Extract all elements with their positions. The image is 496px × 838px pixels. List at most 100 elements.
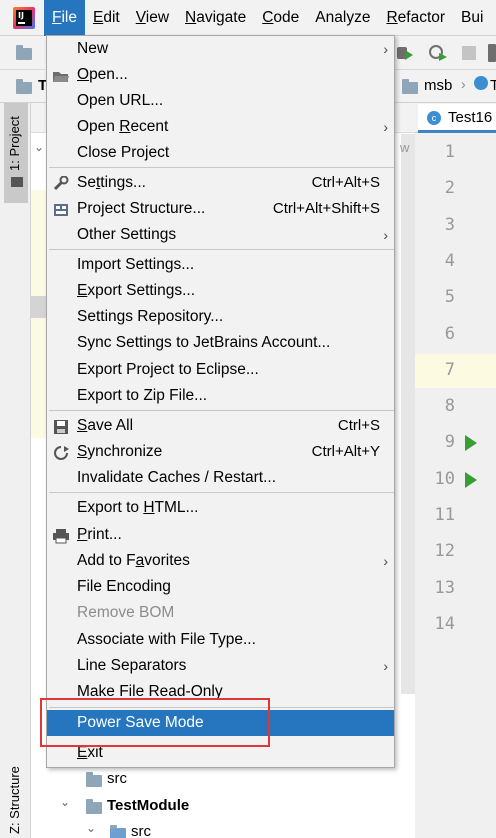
- line-number: 14: [434, 613, 455, 634]
- menu-item-synchronize[interactable]: Synchronize Ctrl+Alt+Y: [47, 439, 394, 465]
- line-number: 4: [444, 250, 455, 271]
- menu-separator: [49, 249, 394, 250]
- coverage-icon[interactable]: [428, 44, 448, 62]
- tree-expand-icon[interactable]: ⌄: [34, 140, 44, 154]
- menu-item-label: File Encoding: [77, 578, 171, 595]
- tree-collapse-icon-2[interactable]: ⌄: [86, 821, 96, 835]
- menu-item-label: New: [77, 40, 109, 57]
- msb-folder-icon: [402, 79, 418, 94]
- breadcrumb-class[interactable]: T: [490, 77, 496, 94]
- menu-item-project-structure[interactable]: Project Structure... Ctrl+Alt+Shift+S: [47, 196, 394, 222]
- editor-tab-test16[interactable]: c Test16: [418, 104, 496, 133]
- run-gutter-icon[interactable]: [465, 435, 477, 452]
- open-folder-icon[interactable]: [16, 45, 32, 60]
- menu-item-label: Associate with File Type...: [77, 631, 256, 648]
- menu-item-file-encoding[interactable]: File Encoding: [47, 574, 394, 600]
- line-number: 7: [444, 359, 455, 380]
- menu-item-line-separators[interactable]: Line Separators ›: [47, 653, 394, 679]
- breadcrumb-msb[interactable]: msb: [424, 77, 452, 94]
- menu-item-shortcut: Ctrl+Alt+Shift+S: [272, 200, 380, 217]
- menu-item-label: Open URL...: [77, 92, 164, 109]
- menu-item-label: Line Separators: [77, 657, 187, 674]
- menu-item-export-eclipse[interactable]: Export Project to Eclipse...: [47, 357, 394, 383]
- line-number: 2: [444, 178, 455, 199]
- menu-edit[interactable]: Edit: [85, 0, 128, 36]
- menu-item-label: Sync Settings to JetBrains Account...: [77, 334, 331, 351]
- menu-item-invalidate-caches[interactable]: Invalidate Caches / Restart...: [47, 465, 394, 491]
- line-number: 1: [444, 142, 455, 162]
- tree-collapse-icon[interactable]: ⌄: [60, 795, 70, 809]
- menu-item-label: Close Project: [77, 144, 170, 161]
- menu-item-close-project[interactable]: Close Project: [47, 140, 394, 166]
- annotation-highlight-box: [40, 698, 270, 747]
- module-folder-icon: [86, 799, 102, 814]
- menu-item-label: Settings...: [77, 174, 146, 191]
- menu-bar: IJ File Edit View Navigate Code Analyze …: [0, 0, 496, 36]
- tree-item-src-2[interactable]: src: [131, 820, 151, 838]
- menu-item-new[interactable]: New ›: [47, 36, 394, 62]
- menu-item-shortcut: Ctrl+Alt+S: [311, 174, 380, 191]
- line-number: 12: [434, 541, 455, 562]
- menu-item-sync-settings[interactable]: Sync Settings to JetBrains Account...: [47, 330, 394, 356]
- panel-splitter[interactable]: [401, 134, 415, 694]
- menu-item-label: Invalidate Caches / Restart...: [77, 469, 277, 486]
- line-number: 9: [444, 432, 455, 453]
- debug-icon[interactable]: [396, 44, 414, 62]
- wrench-icon: [52, 175, 70, 191]
- save-icon: [52, 418, 70, 434]
- run-gutter-icon[interactable]: [465, 471, 477, 488]
- menu-item-label: Other Settings: [77, 226, 177, 243]
- menu-navigate[interactable]: Navigate: [177, 0, 254, 36]
- structure-tool-tab[interactable]: Z: Structure: [4, 744, 28, 838]
- menu-item-open-url[interactable]: Open URL...: [47, 88, 394, 114]
- menu-item-add-favorites[interactable]: Add to Favorites ›: [47, 548, 394, 574]
- menu-item-export-settings[interactable]: Export Settings...: [47, 278, 394, 304]
- src-folder-icon: [86, 772, 102, 787]
- project-tool-tab[interactable]: 1: Project: [4, 103, 28, 203]
- menu-item-export-zip[interactable]: Export to Zip File...: [47, 383, 394, 409]
- menu-item-associate-file-type[interactable]: Associate with File Type...: [47, 627, 394, 653]
- menu-separator: [49, 492, 394, 493]
- menu-separator: [49, 167, 394, 168]
- menu-item-label: Settings Repository...: [77, 308, 224, 325]
- line-number: 6: [444, 323, 455, 344]
- menu-item-label: Open Recent: [77, 118, 169, 135]
- sync-icon: [52, 444, 70, 460]
- toolbar-overflow-icon[interactable]: [488, 44, 496, 62]
- menu-item-label: Synchronize: [77, 443, 163, 460]
- menu-build[interactable]: Bui: [453, 0, 491, 36]
- menu-item-other-settings[interactable]: Other Settings ›: [47, 222, 394, 248]
- file-menu-dropdown: New › Open... Open URL... Open Recent › Close …: [46, 35, 395, 768]
- folder-open-icon: [52, 67, 70, 83]
- menu-item-label: Print...: [77, 526, 122, 543]
- menu-item-label: Export to Zip File...: [77, 387, 208, 404]
- menu-code[interactable]: Code: [254, 0, 307, 36]
- submenu-arrow-icon: ›: [383, 41, 388, 57]
- tree-selection-band: [31, 296, 47, 318]
- menu-item-import-settings[interactable]: Import Settings...: [47, 252, 394, 278]
- menu-item-label: Open...: [77, 66, 128, 83]
- menu-item-export-html[interactable]: Export to HTML...: [47, 495, 394, 521]
- tree-item-src[interactable]: src: [107, 767, 127, 791]
- menu-analyze[interactable]: Analyze: [307, 0, 378, 36]
- submenu-arrow-icon: ›: [383, 658, 388, 674]
- menu-item-settings[interactable]: Settings... Ctrl+Alt+S: [47, 170, 394, 196]
- line-number: 5: [444, 287, 455, 308]
- submenu-arrow-icon: ›: [383, 553, 388, 569]
- menu-file[interactable]: File: [44, 0, 85, 36]
- menu-refactor[interactable]: Refactor: [378, 0, 453, 36]
- menu-view[interactable]: View: [128, 0, 177, 36]
- project-structure-icon: [52, 201, 70, 217]
- menu-item-settings-repository[interactable]: Settings Repository...: [47, 304, 394, 330]
- line-number: 8: [444, 396, 455, 417]
- menu-item-save-all[interactable]: Save All Ctrl+S: [47, 413, 394, 439]
- tree-item-testmodule[interactable]: TestModule: [107, 794, 189, 818]
- menu-item-print[interactable]: Print...: [47, 522, 394, 548]
- project-folder-icon: [16, 79, 32, 94]
- menu-item-open-recent[interactable]: Open Recent ›: [47, 114, 394, 140]
- menu-item-open[interactable]: Open...: [47, 62, 394, 88]
- stop-icon[interactable]: [462, 46, 476, 60]
- breadcrumb-separator-icon: ›: [461, 76, 466, 92]
- menu-item-shortcut: Ctrl+S: [337, 417, 380, 434]
- intellij-logo-icon: IJ: [13, 6, 35, 29]
